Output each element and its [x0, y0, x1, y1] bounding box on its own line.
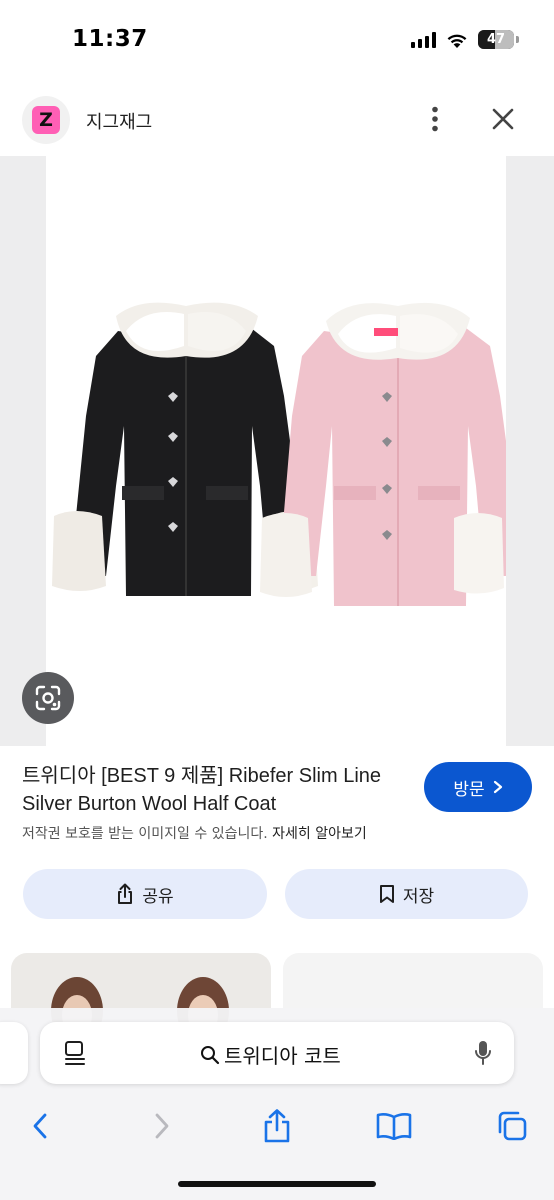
forward-icon [155, 1113, 169, 1139]
address-bar[interactable]: 트위디아 코트 [40, 1022, 514, 1084]
mic-icon [475, 1041, 491, 1065]
mic-button[interactable] [468, 1038, 498, 1068]
previous-tab-edge[interactable] [0, 1022, 28, 1084]
status-bar: 11:37 47 [0, 0, 554, 80]
product-image[interactable] [46, 156, 506, 746]
address-text: 트위디아 코트 [224, 1044, 341, 1068]
page-menu-button[interactable] [60, 1038, 90, 1068]
wifi-icon [447, 34, 467, 48]
bookmark-icon [379, 885, 394, 903]
close-icon [492, 108, 514, 130]
more-button[interactable] [420, 104, 450, 134]
page-menu-icon [65, 1041, 85, 1065]
product-title[interactable]: 트위디아 [BEST 9 제품] Ribefer Slim Line Silve… [22, 762, 412, 818]
browser-toolbar: 트위디아 코트 [0, 1008, 554, 1200]
visit-label: 방문 [453, 779, 485, 800]
lens-icon [35, 685, 61, 711]
share-button[interactable]: 공유 [23, 869, 267, 919]
image-viewer [0, 156, 554, 746]
share-label: 공유 [142, 886, 174, 907]
site-header: Z 지그재그 [0, 86, 554, 156]
lens-button[interactable] [22, 672, 74, 724]
zigzag-logo-icon: Z [32, 106, 60, 134]
bookmarks-button[interactable] [372, 1104, 416, 1148]
home-indicator[interactable] [178, 1181, 376, 1187]
signal-icon [411, 31, 436, 48]
back-button[interactable] [18, 1104, 62, 1148]
back-icon [33, 1113, 47, 1139]
site-logo: Z [22, 96, 70, 144]
battery-icon: 47 [478, 30, 519, 49]
share-icon [264, 1109, 290, 1143]
search-icon [201, 1045, 220, 1064]
site-name: 지그재그 [86, 112, 153, 133]
visit-button[interactable]: 방문 [424, 762, 532, 812]
status-icons: 47 [411, 30, 519, 49]
close-button[interactable] [488, 104, 518, 134]
save-label: 저장 [402, 886, 435, 907]
address-field[interactable]: 트위디아 코트 [200, 1040, 341, 1069]
tabs-icon [498, 1111, 527, 1141]
battery-percent: 47 [486, 32, 506, 47]
forward-button[interactable] [140, 1104, 184, 1148]
learn-more-link[interactable]: 자세히 알아보기 [272, 826, 367, 842]
save-button[interactable]: 저장 [285, 869, 528, 919]
bookmarks-icon [376, 1113, 412, 1140]
tabs-button[interactable] [490, 1104, 534, 1148]
copyright-notice: 저작권 보호를 받는 이미지일 수 있습니다. 자세히 알아보기 [22, 823, 367, 843]
share-page-button[interactable] [255, 1104, 299, 1148]
more-vert-icon [432, 106, 438, 132]
copyright-text: 저작권 보호를 받는 이미지일 수 있습니다. [22, 826, 268, 842]
pink-coat [260, 302, 506, 606]
share-icon [118, 883, 133, 904]
coats-illustration [52, 302, 506, 606]
status-time: 11:37 [72, 26, 148, 52]
chevron-right-icon [493, 780, 502, 794]
